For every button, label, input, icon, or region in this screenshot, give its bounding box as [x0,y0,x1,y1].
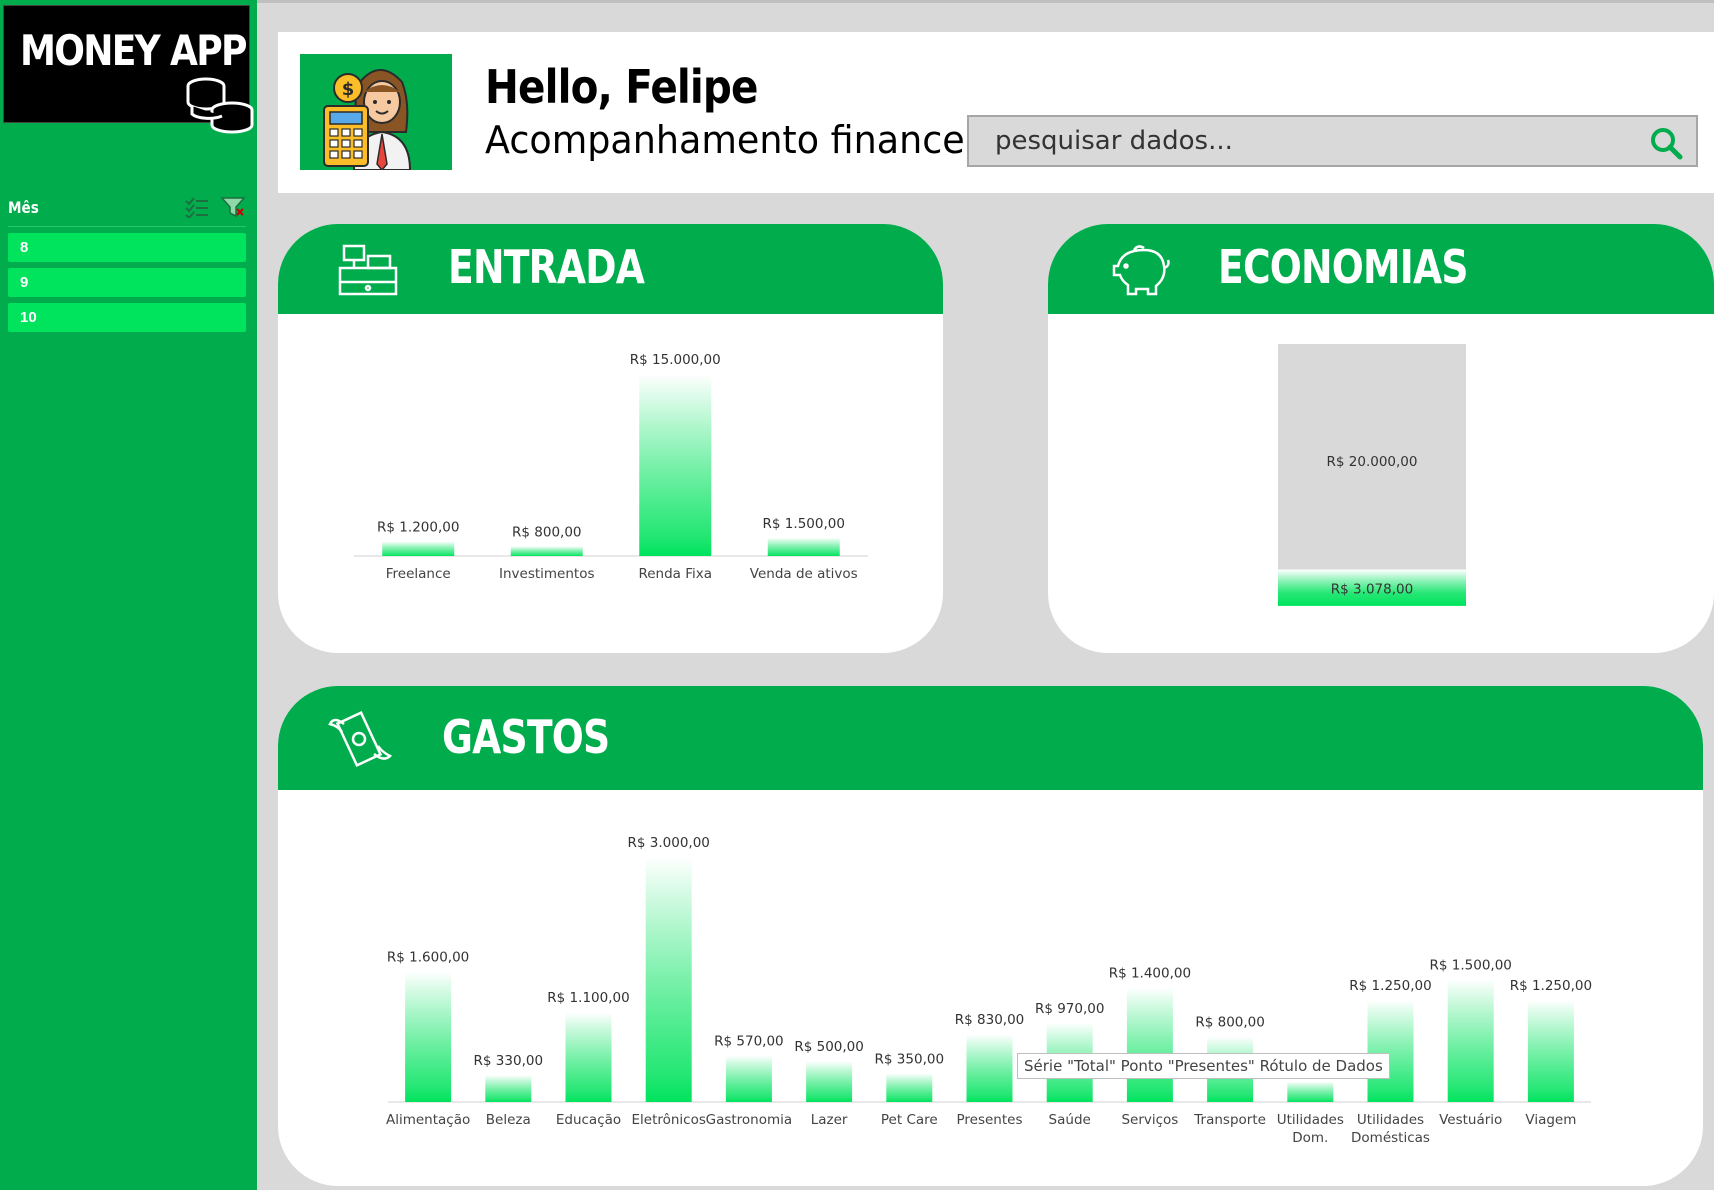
gastos-chart: R$ 1.600,00 Alimentação R$ 330,00 Beleza R$ … [386,835,1592,1146]
data-label: R$ 570,00 [714,1033,784,1049]
category-label: Saúde [1049,1112,1091,1128]
piggy-bank-icon [1112,245,1170,296]
bar[interactable] [565,1012,612,1102]
economias-title: ECONOMIAS [1218,240,1469,294]
slicer-item-8[interactable]: 8 [8,233,246,262]
coins-icon [186,77,254,134]
header-card: $ Hello, Felipe Acompanhamento financeir… [278,32,1714,193]
data-label: R$ 350,00 [875,1051,945,1067]
gastos-card: GASTOS R$ 1.600,00 Alimentação R$ 330,00 Be… [278,686,1703,1186]
accountant-icon: $ [323,69,412,172]
bar[interactable] [485,1075,532,1102]
data-label: R$ 3.078,00 [1331,582,1413,598]
category-label: Utilidades [1277,1112,1344,1128]
data-label: R$ 800,00 [512,524,582,540]
data-label: R$ 1.600,00 [387,949,469,965]
gastos-title: GASTOS [442,710,610,764]
sidebar: MONEY APP Mês 8 9 10 [0,0,257,1190]
data-label-tooltip: Série "Total" Ponto "Presentes" Rótulo d… [1017,1053,1390,1079]
data-label: R$ 330,00 [474,1053,544,1069]
entrada-title: ENTRADA [448,240,645,294]
greeting: Hello, Felipe [485,60,758,114]
slicer-item-9[interactable]: 9 [8,268,246,297]
bar[interactable] [1447,979,1494,1103]
bar[interactable] [767,537,840,556]
search-bar [967,115,1698,167]
category-label: Utilidades [1357,1112,1424,1128]
category-label: Transporte [1193,1112,1266,1128]
category-label: Vestuário [1439,1112,1502,1128]
category-label: Renda Fixa [638,566,712,582]
clear-filter-icon[interactable] [220,196,246,218]
spreadsheet-grid-strip [257,0,1714,3]
search-icon[interactable] [1648,125,1684,161]
category-label: Alimentação [386,1112,470,1128]
data-label: R$ 970,00 [1035,1001,1105,1017]
search-input[interactable] [995,125,1615,157]
economias-card-header: ECONOMIAS [1048,224,1714,314]
data-label: R$ 1.200,00 [377,519,459,535]
category-label: Educação [556,1112,621,1128]
data-label: R$ 1.100,00 [547,990,629,1006]
bar[interactable] [639,374,712,556]
bar[interactable] [645,857,692,1102]
data-label: R$ 1.250,00 [1349,978,1431,994]
bar[interactable] [1287,1081,1334,1102]
category-label: Presentes [957,1112,1023,1128]
avatar: $ [300,54,452,172]
data-label: R$ 1.250,00 [1510,978,1592,994]
bar[interactable] [405,971,452,1102]
month-slicer: Mês 8 9 10 [8,196,246,332]
multi-select-icon[interactable] [184,196,210,218]
svg-text:$: $ [342,79,355,100]
data-label: R$ 800,00 [1195,1015,1265,1031]
bar[interactable] [1527,999,1574,1102]
data-label: R$ 1.400,00 [1109,966,1191,982]
economias-card: ECONOMIAS R$ 20.000,00 R$ 3.078,00 [1048,224,1714,653]
gastos-card-header: GASTOS [278,686,1703,790]
cash-register-icon [338,244,398,296]
slicer-title: Mês [8,197,39,217]
slicer-header: Mês [8,196,246,227]
bar[interactable] [966,1034,1013,1102]
category-label: Lazer [811,1112,848,1128]
entrada-chart: R$ 1.200,00 Freelance R$ 800,00 Investiment… [354,352,868,582]
bar[interactable] [886,1073,933,1102]
bar[interactable] [382,541,455,556]
data-label: R$ 1.500,00 [1430,958,1512,974]
bar[interactable] [1367,999,1414,1102]
category-label: Serviços [1121,1112,1178,1128]
category-label: Viagem [1525,1112,1576,1128]
category-label: Freelance [386,566,451,582]
page-subtitle: Acompanhamento financeiro [485,118,1012,162]
category-label: Gastronomia [706,1112,793,1128]
category-label: Venda de ativos [750,566,858,582]
data-label: R$ 830,00 [955,1012,1025,1028]
category-label: Eletrônicos [631,1112,705,1128]
slicer-item-10[interactable]: 10 [8,303,246,332]
entrada-card: ENTRADA R$ 1.200,00 Freelance R$ 800,00 Inv… [278,224,943,653]
logo-text: MONEY APP [20,26,247,75]
data-label: R$ 3.000,00 [628,835,710,851]
entrada-card-header: ENTRADA [278,224,943,314]
category-label: Dom. [1292,1130,1328,1146]
bar[interactable] [725,1055,772,1102]
category-label: Pet Care [881,1112,938,1128]
bar[interactable] [510,546,583,556]
economias-chart: R$ 20.000,00 R$ 3.078,00 [1278,344,1466,606]
bar[interactable] [1126,987,1173,1102]
data-label: R$ 15.000,00 [630,352,721,368]
bar[interactable] [806,1061,853,1102]
category-label: Domésticas [1351,1130,1430,1146]
flying-money-icon [328,710,393,768]
category-label: Beleza [486,1112,531,1128]
category-label: Investimentos [499,566,595,582]
data-label: R$ 20.000,00 [1327,454,1418,470]
data-label: R$ 1.500,00 [763,516,845,532]
data-label: R$ 500,00 [794,1039,864,1055]
app-logo: MONEY APP [3,5,254,134]
